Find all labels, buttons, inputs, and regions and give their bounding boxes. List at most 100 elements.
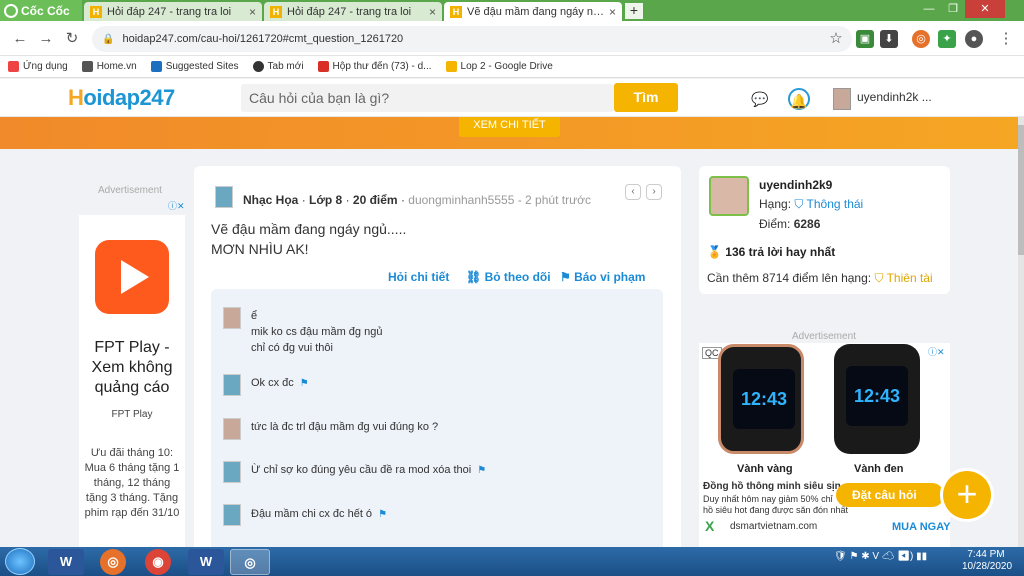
question-grade[interactable]: Lớp 8: [309, 193, 342, 207]
gmail-icon: [317, 61, 329, 72]
next-question-icon[interactable]: ›: [646, 184, 662, 200]
left-ad-title: FPT Play - Xem không quảng cáo: [91, 339, 173, 396]
next-rank-badge-icon: ⛉: [874, 271, 884, 285]
question-subject[interactable]: Nhạc Họa: [243, 193, 298, 207]
bookmark-gmail[interactable]: Hộp thư đến (73) - d...: [317, 61, 432, 72]
prev-question-icon[interactable]: ‹: [625, 184, 641, 200]
taskbar-clock[interactable]: 7:44 PM 10/28/2020: [962, 549, 1012, 573]
next-rank-info: Cần thêm 8714 điểm lên hạng: ⛉ Thiên tài: [707, 271, 933, 285]
apps-grid-icon: [8, 61, 19, 72]
minimize-icon[interactable]: —: [917, 0, 941, 18]
back-icon[interactable]: ←: [10, 29, 30, 49]
bookmark-homevn[interactable]: Home.vn: [81, 61, 137, 72]
bookmark-google-drive[interactable]: Lop 2 - Google Drive: [445, 61, 553, 72]
search-input[interactable]: Câu hỏi của bạn là gì?: [241, 84, 614, 112]
coccoc-logo-icon: [4, 3, 18, 18]
maximize-icon[interactable]: ❐: [941, 0, 965, 18]
new-tab-button[interactable]: +: [625, 3, 643, 19]
close-window-icon[interactable]: ✕: [965, 0, 1005, 18]
download-icon[interactable]: ⬇: [880, 30, 898, 48]
coccoc-taskbar-icon[interactable]: ◎: [100, 549, 126, 575]
ask-question-plus-icon[interactable]: +: [943, 471, 991, 519]
system-tray-icons[interactable]: 🛡 ⚑ ✱ V ☁ ◀) ▮▮: [834, 551, 927, 562]
bookmark-apps[interactable]: Ứng dụng: [8, 61, 68, 72]
menu-icon[interactable]: ⋮: [996, 29, 1016, 49]
header-username[interactable]: uyendinh2k ...: [857, 90, 932, 104]
extension-icon[interactable]: ▣: [856, 30, 874, 48]
chrome-taskbar-icon[interactable]: ◉: [145, 549, 171, 575]
report-flag-icon[interactable]: ⚑: [300, 378, 309, 389]
comment-avatar[interactable]: [223, 418, 241, 440]
scrollbar-thumb[interactable]: [1018, 125, 1024, 255]
bookmarks-bar: Ứng dụng Home.vn Suggested Sites Tab mới…: [0, 56, 1024, 78]
hoidap-favicon-icon: H: [270, 5, 282, 18]
bell-icon[interactable]: 🔔: [788, 88, 810, 110]
flag-icon: ⚑: [560, 270, 575, 284]
coccoc-extension-icon[interactable]: ◎: [912, 30, 930, 48]
globe-icon: [252, 61, 264, 72]
lock-icon: 🔒: [102, 33, 115, 45]
comment-2: Ok cx đc ⚑: [251, 377, 309, 389]
url-field[interactable]: 🔒 hoidap247.com/cau-hoi/1261720#cmt_quest…: [92, 26, 852, 52]
best-answers: 🏅 136 trả lời hay nhất: [707, 245, 836, 259]
profile-icon[interactable]: ●: [965, 30, 983, 48]
unfollow-icon: ⛓: [466, 270, 485, 284]
ask-question-label[interactable]: Đặt câu hỏi: [836, 483, 944, 507]
report-flag-icon[interactable]: ⚑: [477, 465, 486, 476]
google-drive-icon: [445, 61, 457, 72]
question-points: 20 điểm: [352, 193, 398, 207]
xstore-logo-icon: X: [705, 518, 715, 534]
comment-1: ể mik ko cs đậu mầm đg ngủ chỉ có đg vui…: [251, 310, 383, 354]
comment-avatar[interactable]: [223, 504, 241, 526]
profile-name[interactable]: uyendinh2k9: [759, 178, 832, 192]
ad-info-icon[interactable]: ⓘ✕: [928, 345, 945, 358]
forward-icon[interactable]: →: [36, 29, 56, 49]
window-controls: — ❐ ✕: [917, 0, 1005, 18]
unfollow-link[interactable]: ⛓ Bỏ theo dõi: [466, 270, 551, 284]
profile-rank: Hạng: ⛉ Thông thái: [759, 197, 864, 211]
comment-3: tức là đc trl đậu mầm đg vui đúng ko ?: [251, 421, 439, 433]
word-doc-taskbar-icon[interactable]: W: [188, 549, 224, 575]
close-tab-icon[interactable]: ×: [249, 5, 256, 19]
comment-avatar[interactable]: [223, 374, 241, 396]
puzzle-icon[interactable]: ✦: [938, 30, 956, 48]
site-logo[interactable]: Hoidap247: [68, 85, 175, 111]
user-avatar[interactable]: [833, 88, 851, 110]
browser-tab-1[interactable]: H Hỏi đáp 247 - trang tra loi ×: [84, 2, 262, 21]
watch-gold-image: 12:43: [718, 344, 804, 454]
comment-5: Đậu mầm chi cx đc hết ó ⚑: [251, 508, 388, 520]
browser-tab-3-active[interactable]: H Vẽ đậu mầm đang ngáy ngủ... ×: [444, 2, 622, 21]
start-button-icon[interactable]: [5, 548, 35, 575]
close-tab-icon[interactable]: ×: [609, 5, 616, 19]
comment-avatar[interactable]: [223, 461, 241, 483]
buy-now-button[interactable]: MUA NGAY: [892, 521, 950, 533]
profile-points: Điểm: 6286: [759, 217, 821, 231]
comment-avatar[interactable]: [223, 307, 241, 329]
caption-black: Vành đen: [854, 463, 904, 475]
suggested-sites-icon: [150, 61, 162, 72]
ask-detail-link[interactable]: Hỏi chi tiết: [388, 270, 449, 284]
banner-detail-button[interactable]: XEM CHI TIẾT: [459, 117, 560, 137]
coccoc-active-taskbar-icon[interactable]: ◎: [230, 549, 270, 575]
asker-avatar[interactable]: [215, 186, 233, 208]
right-ad-headline: Đồng hồ thông minh siêu sịn: [703, 481, 841, 492]
right-ad-domain: dsmartvietnam.com: [730, 521, 818, 532]
reload-icon[interactable]: ↻: [62, 29, 82, 49]
ad-info-icon[interactable]: ⓘ✕: [168, 199, 185, 212]
search-button[interactable]: Tìm: [614, 83, 678, 112]
chat-icon[interactable]: 💬: [749, 88, 771, 110]
bookmark-suggested-sites[interactable]: Suggested Sites: [150, 61, 239, 72]
browser-brand[interactable]: Cốc Cốc: [0, 0, 82, 21]
close-tab-icon[interactable]: ×: [429, 5, 436, 19]
report-flag-icon[interactable]: ⚑: [378, 509, 387, 520]
report-link[interactable]: ⚑ Báo vi phạm: [560, 270, 645, 284]
bookmark-new-tab[interactable]: Tab mới: [252, 61, 304, 72]
fpt-play-icon: [95, 240, 169, 314]
hoidap-favicon-icon: H: [90, 5, 102, 18]
question-author[interactable]: duongminhanh5555 - 2 phút trước: [408, 193, 591, 207]
profile-avatar[interactable]: [709, 176, 749, 216]
right-ad-line2: hồ siêu hot đang được săn đón nhất: [703, 505, 849, 515]
word-taskbar-icon[interactable]: W: [48, 549, 84, 575]
browser-tab-2[interactable]: H Hỏi đáp 247 - trang tra loi ×: [264, 2, 442, 21]
bookmark-star-icon[interactable]: ☆: [826, 29, 846, 49]
